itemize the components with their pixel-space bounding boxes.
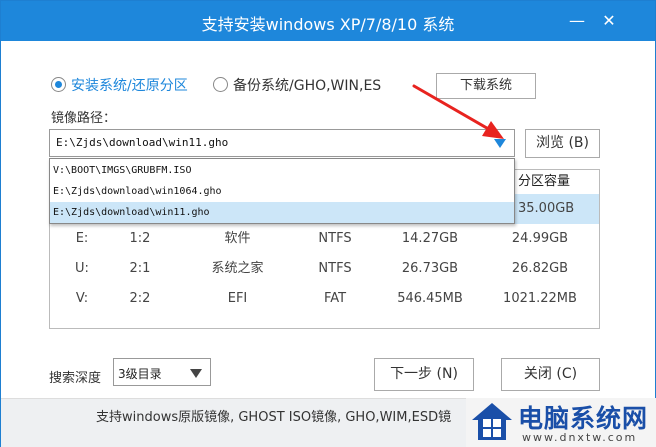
site-watermark: 电脑系统网 www.dnxtw.com (466, 398, 656, 447)
watermark-url: www.dnxtw.com (522, 431, 638, 444)
red-pointer-arrow-icon (412, 84, 504, 139)
house-logo-icon (472, 403, 512, 440)
watermark-title: 电脑系统网 (518, 404, 649, 433)
